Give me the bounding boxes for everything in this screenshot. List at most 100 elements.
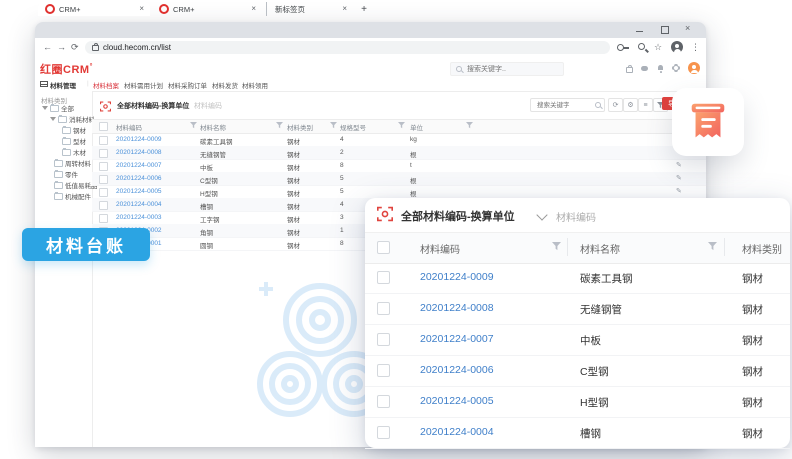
tree-item-parts[interactable]: 零件 — [54, 170, 78, 178]
cell-code[interactable]: 20201224-0008 — [116, 149, 162, 156]
menu-item-purchase-order[interactable]: 材料采购订单 — [168, 80, 207, 90]
edit-pencil-icon[interactable]: ✎ — [676, 161, 682, 169]
row-checkbox[interactable] — [377, 395, 390, 408]
cell-code[interactable]: 20201224-0007 — [116, 162, 162, 169]
reload-icon[interactable]: ⟳ — [71, 42, 79, 52]
filter-icon[interactable] — [190, 122, 197, 129]
tab-new-page[interactable]: 新标签页 × — [266, 2, 353, 16]
filter-icon[interactable] — [552, 242, 559, 249]
table-search[interactable] — [530, 98, 605, 112]
browser-profile-avatar[interactable] — [671, 41, 683, 53]
row-checkbox[interactable] — [377, 364, 390, 377]
cell-code[interactable]: 20201224-0006 — [420, 364, 494, 376]
table-row[interactable]: 20201224-0005H型钢钢材 — [365, 386, 790, 418]
forward-icon[interactable]: → — [57, 42, 66, 52]
table-row[interactable]: 20201224-0007中板钢材 — [365, 324, 790, 356]
row-checkbox[interactable] — [377, 302, 390, 315]
columns-button[interactable]: ≡ — [638, 98, 653, 112]
filter-icon[interactable] — [708, 242, 715, 249]
apps-grid-icon[interactable] — [40, 81, 48, 87]
row-checkbox[interactable] — [99, 136, 108, 145]
tree-item-steel[interactable]: 钢材 — [62, 126, 86, 134]
cell-code[interactable]: 20201224-0004 — [116, 201, 162, 208]
tab-crm-1[interactable]: CRM+ × — [38, 2, 150, 16]
header-settings-icon[interactable] — [672, 64, 680, 72]
select-all-checkbox[interactable] — [377, 241, 390, 254]
table-row[interactable]: 20201224-0005H型钢钢材5根✎ — [92, 185, 706, 199]
address-bar[interactable]: cloud.hecom.cn/list — [85, 41, 610, 54]
user-avatar[interactable] — [688, 62, 700, 74]
table-row[interactable]: 20201224-0006C型钢钢材5根✎ — [92, 172, 706, 186]
table-row[interactable]: 20201224-0008无缝钢管钢材 — [365, 293, 790, 325]
filter-icon[interactable] — [276, 122, 283, 129]
row-checkbox[interactable] — [377, 426, 390, 439]
cell-code[interactable]: 20201224-0005 — [116, 188, 162, 195]
bookmark-star-icon[interactable]: ☆ — [654, 42, 662, 53]
table-row[interactable]: 20201224-0006C型钢钢材 — [365, 355, 790, 387]
tree-item-wood[interactable]: 木材 — [62, 148, 86, 156]
cell-code[interactable]: 20201224-0009 — [420, 271, 494, 283]
refresh-button[interactable]: ⟳ — [608, 98, 623, 112]
table-row[interactable]: 20201224-0009碳素工具钢钢材 — [365, 262, 790, 294]
window-maximize-button[interactable] — [661, 26, 669, 34]
caret-down-icon[interactable] — [42, 106, 48, 110]
menu-item-material-delivery[interactable]: 材料发货 — [212, 80, 238, 90]
browser-menu-icon[interactable]: ⋮ — [691, 42, 700, 53]
row-checkbox[interactable] — [99, 188, 108, 197]
zoom-icon[interactable] — [638, 43, 645, 50]
filter-icon[interactable] — [466, 122, 473, 129]
back-icon[interactable]: ← — [43, 42, 52, 52]
new-tab-button[interactable]: + — [358, 4, 370, 16]
header-message-icon[interactable] — [641, 64, 649, 72]
select-all-checkbox[interactable] — [99, 122, 108, 131]
row-checkbox[interactable] — [99, 175, 108, 184]
table-row[interactable]: 20201224-0009碳素工具钢钢材4kg✎ — [92, 133, 706, 147]
settings-button[interactable]: ⚙ — [623, 98, 638, 112]
tree-item-machine-parts[interactable]: 机械配件 — [54, 192, 91, 200]
table-row[interactable]: 20201224-0008无缝钢管钢材2根✎ — [92, 146, 706, 160]
header-notification-icon[interactable] — [657, 64, 665, 72]
tab-crm-2[interactable]: CRM+ × — [152, 2, 262, 16]
cell-code[interactable]: 20201224-0003 — [116, 214, 162, 221]
tree-item-consumables[interactable]: 消耗材料 — [50, 115, 95, 123]
row-checkbox[interactable] — [99, 201, 108, 210]
caret-down-icon[interactable] — [50, 117, 56, 121]
row-checkbox[interactable] — [99, 162, 108, 171]
tab-close-icon[interactable]: × — [342, 5, 347, 13]
window-close-button[interactable]: × — [685, 23, 690, 33]
cell-code[interactable]: 20201224-0008 — [420, 302, 494, 314]
view-title[interactable]: 全部材料编码-换算单位 — [401, 208, 515, 224]
tree-item-profiles[interactable]: 型材 — [62, 137, 86, 145]
menu-item-material-archive[interactable]: 材料档案 — [93, 80, 119, 90]
tree-item-all[interactable]: 全部 — [42, 104, 74, 112]
cell-code[interactable]: 20201224-0004 — [420, 426, 494, 438]
cell-code[interactable]: 20201224-0005 — [420, 395, 494, 407]
header-lock-icon[interactable] — [625, 64, 633, 72]
row-checkbox[interactable] — [99, 214, 108, 223]
row-checkbox[interactable] — [99, 149, 108, 158]
menu-group-label[interactable]: 材料管理 — [50, 80, 76, 90]
row-checkbox[interactable] — [377, 333, 390, 346]
menu-item-material-demand-plan[interactable]: 材料需用计划 — [124, 80, 163, 90]
tree-item-low-value-consumables[interactable]: 低值易耗品 — [54, 181, 98, 189]
table-row[interactable]: 20201224-0007中板钢材8t✎ — [92, 159, 706, 173]
edit-pencil-icon[interactable]: ✎ — [676, 174, 682, 182]
cell-code[interactable]: 20201224-0006 — [116, 175, 162, 182]
tab-close-icon[interactable]: × — [251, 5, 256, 13]
table-search-input[interactable] — [535, 101, 593, 110]
global-search[interactable] — [450, 62, 564, 76]
menu-item-material-requisition[interactable]: 材料领用 — [242, 80, 268, 90]
filter-icon[interactable] — [330, 122, 337, 129]
tree-item-turnover-materials[interactable]: 周转材料 — [54, 159, 91, 167]
cell-code[interactable]: 20201224-0007 — [420, 333, 494, 345]
table-row[interactable]: 20201224-0004槽钢钢材 — [365, 417, 790, 449]
global-search-input[interactable] — [465, 65, 549, 74]
cell-code[interactable]: 20201224-0009 — [116, 136, 162, 143]
filter-icon[interactable] — [398, 122, 405, 129]
window-minimize-button[interactable] — [636, 31, 643, 32]
password-key-icon[interactable] — [617, 44, 624, 51]
edit-pencil-icon[interactable]: ✎ — [676, 187, 682, 195]
row-checkbox[interactable] — [377, 271, 390, 284]
view-title[interactable]: 全部材料编码-换算单位 — [117, 101, 189, 111]
tab-close-icon[interactable]: × — [139, 5, 144, 13]
